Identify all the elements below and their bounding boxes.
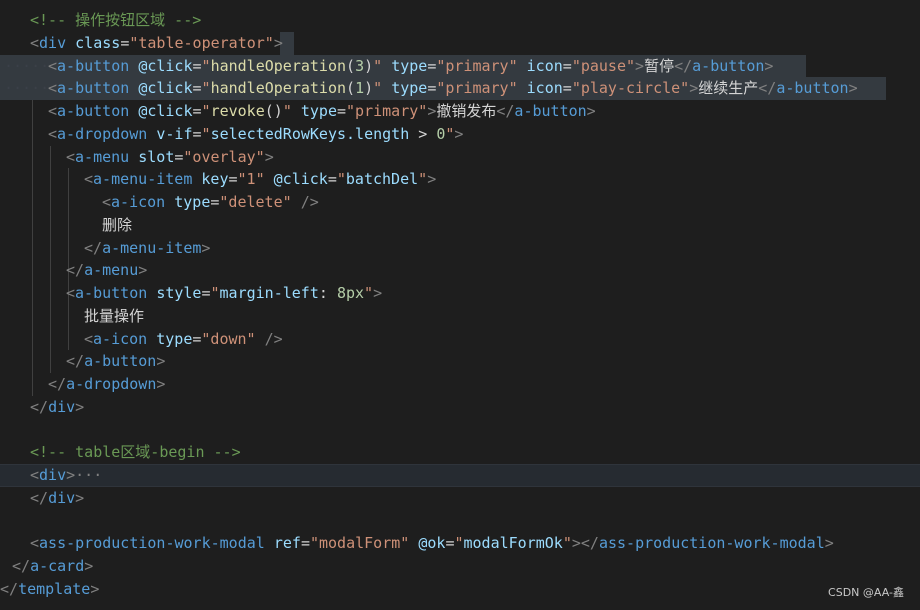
code-text: 删除 [102,215,133,234]
code-line[interactable]: </div> [0,487,920,510]
code-line[interactable]: <a-dropdown v-if="selectedRowKeys.length… [0,123,920,146]
watermark: CSDN @AA-鑫 [828,586,904,599]
code-text: </div> [30,488,85,507]
code-text: </a-card> [12,557,94,575]
code-line[interactable]: </a-button> [0,350,920,373]
code-text: </template> [0,579,100,598]
code-line[interactable]: <a-menu-item key="1" @click="batchDel"> [0,168,920,191]
code-text: <a-icon type="delete" /> [102,193,319,211]
whitespace-dots: ····· [4,56,50,75]
whitespace-dots: ····· [4,79,50,98]
code-line[interactable]: </a-dropdown> [0,373,920,396]
code-line[interactable] [0,419,920,442]
code-text: <a-button style="margin-left: 8px"> [66,284,383,302]
code-line[interactable]: </template> [0,578,920,601]
code-text: <div>··· [30,466,103,484]
code-line[interactable]: <!-- 操作按钮区域 --> [0,9,920,32]
code-line[interactable]: <!-- table区域-begin --> [0,441,920,464]
code-line[interactable]: <a-menu slot="overlay"> [0,146,920,169]
code-text: <a-button @click="handleOperation(1)" ty… [48,79,858,98]
code-line[interactable]: 批量操作 [0,305,920,328]
code-line[interactable] [0,510,920,533]
code-text: </div> [30,397,85,416]
code-text: <a-menu slot="overlay"> [66,147,274,166]
code-line[interactable]: ····· <a-button @click="handleOperation(3… [0,54,920,78]
code-line[interactable]: <div>··· [0,464,920,487]
code-line[interactable]: ····· <a-button @click="handleOperation(1… [0,77,920,101]
code-text: </a-button> [66,352,166,371]
code-text: <!-- 操作按钮区域 --> [30,11,202,29]
code-text: </a-menu> [66,261,148,280]
code-line[interactable]: <div class="table-operator"> [0,31,920,55]
code-text: <ass-production-work-modal ref="modalFor… [30,534,834,553]
code-text: <a-dropdown v-if="selectedRowKeys.length… [48,124,464,143]
code-line[interactable]: </a-card> [0,555,920,578]
code-line[interactable]: <a-button @click="revoke()" type="primar… [0,100,920,123]
code-text: <a-button @click="revoke()" type="primar… [48,102,596,120]
code-line[interactable]: <ass-production-work-modal ref="modalFor… [0,532,920,555]
code-text: <div class="table-operator"> [30,33,283,52]
code-text: </a-dropdown> [48,375,166,393]
code-line[interactable]: 删除 [0,214,920,237]
code-line[interactable]: <a-icon type="down" /> [0,328,920,351]
code-line[interactable]: </a-menu> [0,259,920,282]
code-line[interactable]: </div> [0,396,920,419]
code-text: </a-menu-item> [84,238,211,257]
code-line[interactable]: <a-icon type="delete" /> [0,191,920,214]
code-text: <a-icon type="down" /> [84,329,283,348]
code-line[interactable]: <a-button style="margin-left: 8px"> [0,282,920,305]
code-text: <!-- table区域-begin --> [30,443,241,462]
code-text: 批量操作 [84,306,145,325]
code-text: <a-menu-item key="1" @click="batchDel"> [84,170,437,189]
code-text: <a-button @click="handleOperation(3)" ty… [48,56,774,75]
code-editor[interactable]: <!-- 操作按钮区域 --> <div class="table-operato… [0,0,920,610]
code-line[interactable]: </a-menu-item> [0,237,920,260]
